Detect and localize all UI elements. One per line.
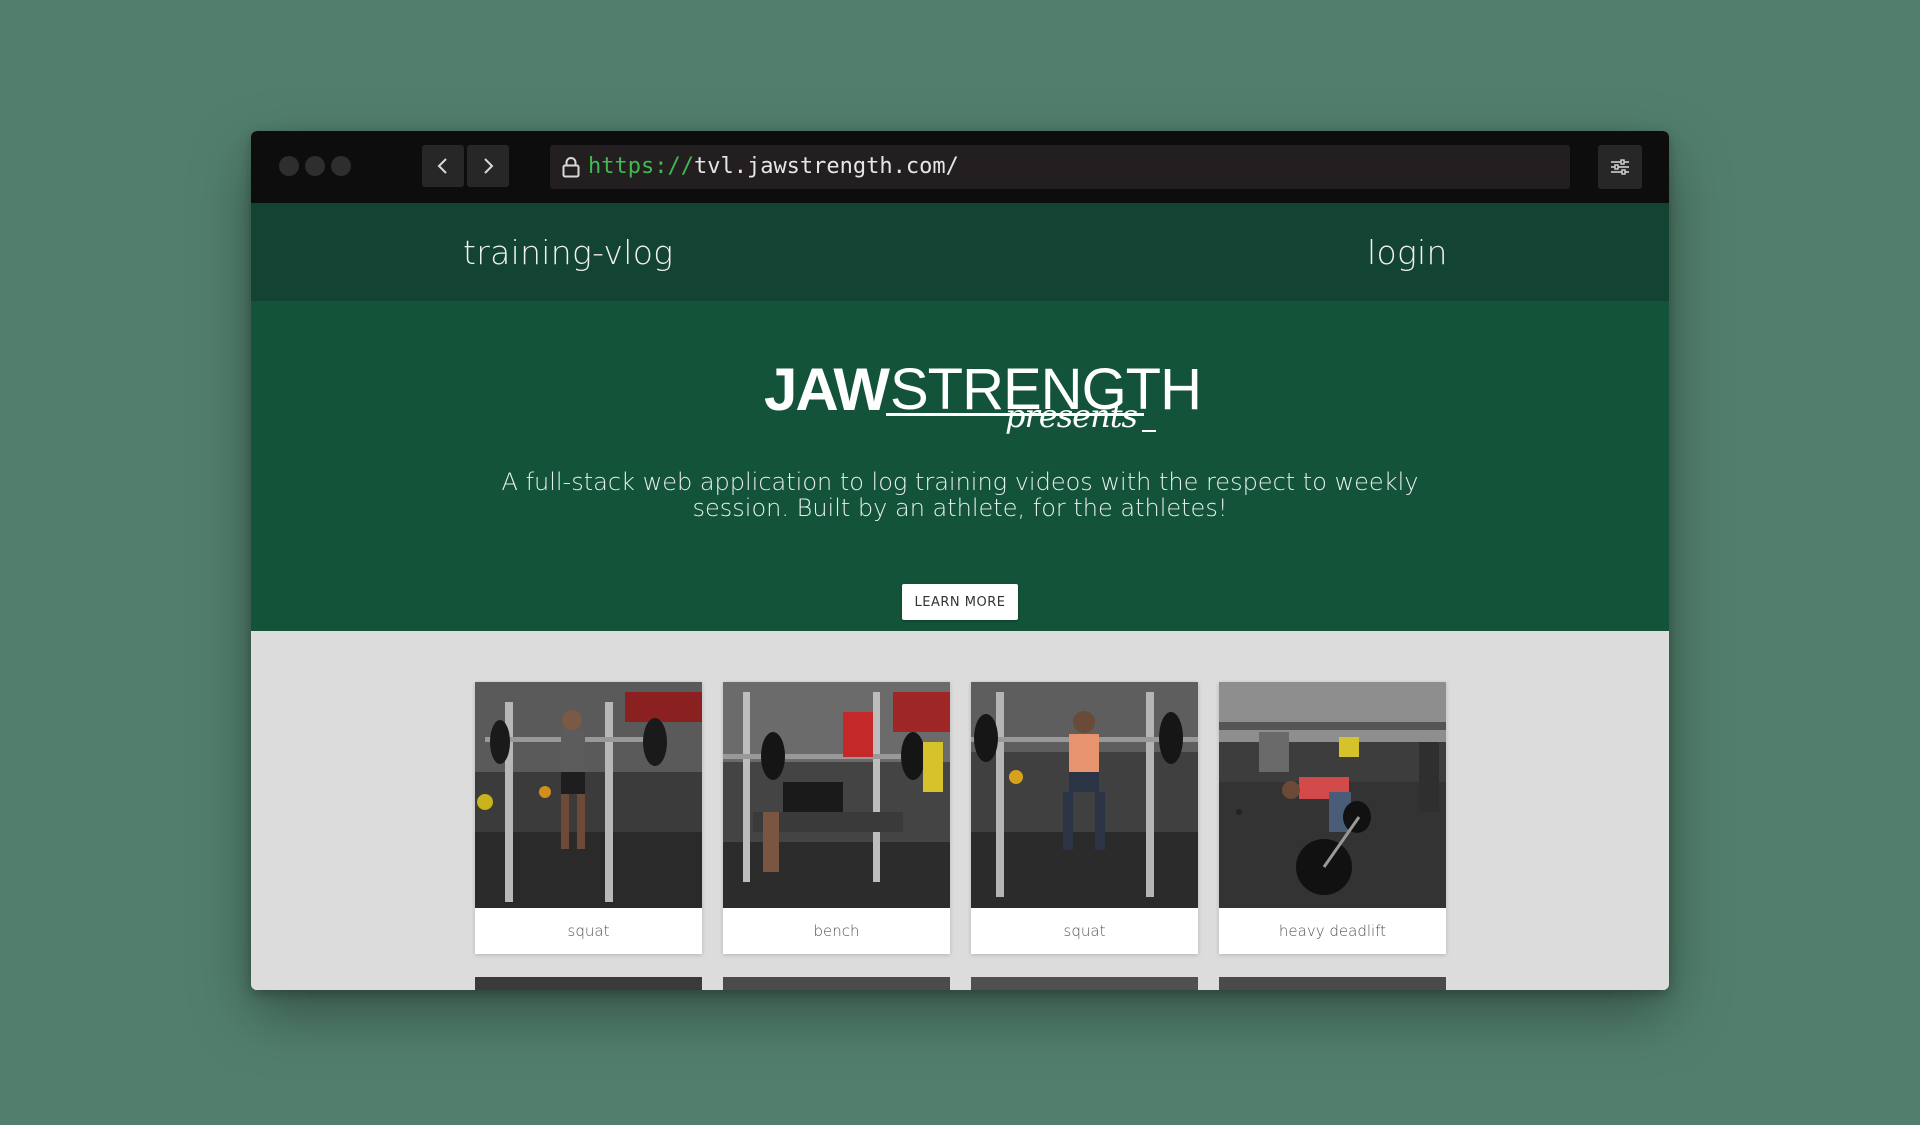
- nav-training-vlog-link[interactable]: training-vlog: [463, 233, 673, 272]
- url-scheme: https://: [588, 154, 694, 179]
- video-label: squat: [567, 922, 610, 940]
- logo-jaw-text: JAW: [764, 356, 890, 423]
- window-controls: [279, 156, 351, 176]
- video-card[interactable]: heavy deadlift: [1219, 682, 1446, 954]
- learn-more-button[interactable]: LEARN MORE: [902, 584, 1018, 620]
- video-card[interactable]: bench: [723, 682, 950, 954]
- video-thumbnail: [723, 682, 950, 908]
- url-host: tvl.jawstrength.com/: [693, 154, 959, 179]
- sliders-icon: [1611, 159, 1629, 175]
- logo-underline: [1142, 430, 1156, 432]
- video-card-partial[interactable]: [723, 977, 950, 990]
- forward-button[interactable]: [467, 145, 509, 187]
- video-label: heavy deadlift: [1278, 922, 1387, 940]
- settings-menu-button[interactable]: [1598, 145, 1642, 189]
- jawstrength-logo: JAW STRENGTH presents: [762, 356, 1202, 445]
- video-card-partial[interactable]: [1219, 977, 1446, 990]
- back-button[interactable]: [422, 145, 464, 187]
- video-thumbnail: [1219, 682, 1446, 908]
- video-card[interactable]: squat: [971, 682, 1198, 954]
- video-thumbnail: [475, 682, 702, 908]
- browser-toolbar: https://tvl.jawstrength.com/: [251, 131, 1669, 203]
- chevron-right-icon: [484, 158, 494, 174]
- browser-window: https://tvl.jawstrength.com/ training-vl…: [251, 131, 1669, 990]
- minimize-window-button[interactable]: [305, 156, 325, 176]
- chevron-left-icon: [437, 158, 447, 174]
- maximize-window-button[interactable]: [331, 156, 351, 176]
- hero-section: JAW STRENGTH presents A full-stack web a…: [251, 301, 1669, 631]
- video-thumbnail: [971, 682, 1198, 908]
- video-card-partial[interactable]: [971, 977, 1198, 990]
- logo-presents-text: presents: [1005, 397, 1138, 435]
- address-bar[interactable]: https://tvl.jawstrength.com/: [550, 145, 1570, 189]
- hero-tagline: A full-stack web application to log trai…: [501, 468, 1419, 522]
- video-card[interactable]: squat: [475, 682, 702, 954]
- url-text: https://tvl.jawstrength.com/: [588, 154, 959, 179]
- video-grid: squat bench squat heavy deadlift: [251, 631, 1669, 990]
- lock-icon: [562, 157, 580, 178]
- close-window-button[interactable]: [279, 156, 299, 176]
- video-label: squat: [1063, 922, 1106, 940]
- site-header: training-vlog login: [251, 203, 1669, 301]
- nav-login-link[interactable]: login: [1367, 233, 1448, 272]
- video-card-partial[interactable]: [475, 977, 702, 990]
- video-label: bench: [813, 922, 860, 940]
